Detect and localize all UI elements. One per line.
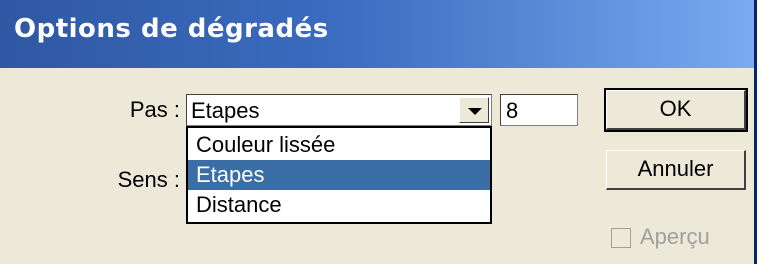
pas-label: Pas :: [129, 97, 180, 122]
preview-label: Aperçu: [640, 224, 710, 249]
cancel-button[interactable]: Annuler: [606, 150, 746, 190]
sens-label: Sens :: [117, 167, 180, 192]
chevron-down-icon[interactable]: [459, 97, 489, 123]
dropdown-option-couleur-lissee[interactable]: Couleur lissée: [188, 130, 490, 160]
steps-value-field[interactable]: 8: [500, 94, 578, 126]
dropdown-option-distance[interactable]: Distance: [188, 190, 490, 220]
gradient-options-dialog: Options de dégradés Pas : Etapes 8 Coule…: [0, 0, 757, 264]
ok-button[interactable]: OK: [604, 88, 748, 132]
pas-select[interactable]: Etapes: [186, 94, 492, 126]
title-bar[interactable]: Options de dégradés: [0, 0, 754, 68]
pas-select-value: Etapes: [191, 98, 260, 123]
preview-checkbox[interactable]: [611, 228, 631, 248]
pas-dropdown-list: Couleur lissée Etapes Distance: [186, 126, 492, 224]
dialog-title: Options de dégradés: [14, 14, 329, 44]
dropdown-option-etapes[interactable]: Etapes: [188, 160, 490, 190]
steps-value-text: 8: [506, 98, 519, 123]
